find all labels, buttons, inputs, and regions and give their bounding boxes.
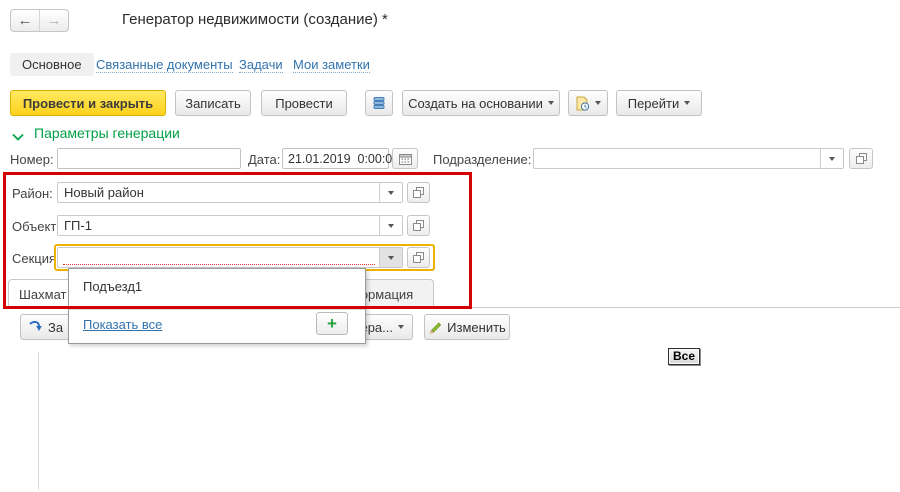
open-link-icon (856, 153, 867, 164)
back-button[interactable]: ← (11, 10, 39, 31)
history-nav-group: ← → (10, 9, 69, 32)
post-button[interactable]: Провести (261, 90, 347, 116)
chevron-down-icon (829, 157, 835, 161)
app-window: ← → Генератор недвижимости (создание) * … (0, 0, 900, 492)
create-based-on-label: Создать на основании (408, 96, 543, 111)
edit-button[interactable]: Изменить (424, 314, 510, 340)
open-link-icon (413, 187, 424, 198)
history-menu-button[interactable] (568, 90, 608, 116)
add-new-button[interactable]: + (316, 312, 348, 335)
save-button[interactable]: Записать (175, 90, 251, 116)
section-header-generation-params[interactable]: Параметры генерации (34, 125, 180, 141)
department-input[interactable] (540, 149, 814, 168)
open-link-icon (413, 252, 424, 263)
edit-label: Изменить (447, 320, 506, 335)
section-dropdown-popup: Подъезд1 Показать все + (68, 268, 366, 344)
chevron-down-icon (398, 325, 404, 329)
department-dropdown-button[interactable] (820, 149, 843, 168)
date-label: Дата: (248, 152, 280, 167)
building-field[interactable]: ГП-1 (57, 215, 403, 236)
department-label: Подразделение: (433, 152, 531, 167)
fill-arrow-icon (28, 320, 43, 334)
plus-icon: + (327, 315, 337, 332)
tab-my-notes[interactable]: Мои заметки (293, 57, 370, 73)
department-field[interactable] (533, 148, 844, 169)
district-open-button[interactable] (407, 182, 430, 203)
section-field[interactable] (57, 247, 403, 268)
district-label: Район: (12, 186, 53, 201)
date-field[interactable]: 21.01.2019 0:00:00 (282, 148, 389, 169)
create-based-on-button[interactable]: Создать на основании (402, 90, 560, 116)
back-arrow-icon: ← (18, 12, 33, 29)
building-value: ГП-1 (64, 218, 92, 233)
post-label: Провести (275, 96, 333, 111)
show-all-link[interactable]: Показать все (83, 317, 162, 332)
subordination-structure-button[interactable] (365, 90, 393, 116)
number-field[interactable] (57, 148, 241, 169)
district-field[interactable]: Новый район (57, 182, 403, 203)
required-field-marker (63, 264, 375, 265)
stack-icon (372, 96, 386, 110)
department-open-button[interactable] (849, 148, 873, 169)
page-title: Генератор недвижимости (создание) * (122, 11, 388, 28)
calendar-button[interactable] (392, 148, 418, 169)
go-to-label: Перейти (628, 96, 680, 111)
vse-badge: Все (668, 348, 700, 365)
fill-label: За (48, 320, 63, 335)
post-and-close-button[interactable]: Провести и закрыть (10, 90, 166, 116)
date-value: 21.01.2019 0:00:00 (288, 152, 399, 166)
chevron-down-icon (388, 256, 394, 260)
building-label: Объект: (12, 219, 60, 234)
vse-badge-label: Все (668, 348, 700, 365)
section-open-button[interactable] (407, 247, 430, 268)
section-field-label: Секция: (12, 251, 60, 266)
tab-main-label: Основное (22, 57, 82, 72)
number-input[interactable] (58, 149, 240, 168)
tab-related-documents[interactable]: Связанные документы (96, 57, 233, 73)
number-label: Номер: (10, 152, 54, 167)
chevron-down-icon (388, 191, 394, 195)
district-dropdown-button[interactable] (379, 183, 402, 202)
save-label: Записать (185, 96, 241, 111)
section-dropdown-button[interactable] (379, 248, 402, 267)
forward-arrow-icon: → (47, 12, 62, 29)
pencil-icon (428, 320, 442, 334)
building-open-button[interactable] (407, 215, 430, 236)
tab-additional-info-label: ормация (361, 287, 413, 302)
chevron-down-icon (548, 101, 554, 105)
popup-divider (69, 309, 365, 310)
post-and-close-label: Провести и закрыть (23, 96, 153, 111)
chevron-down-icon (595, 101, 601, 105)
chevron-down-icon (684, 101, 690, 105)
document-clock-icon (575, 96, 590, 111)
tab-chessboard-label: Шахмат (19, 287, 66, 302)
grid-left-border (38, 352, 39, 490)
district-value: Новый район (64, 185, 144, 200)
open-link-icon (413, 220, 424, 231)
tab-main[interactable]: Основное (10, 53, 94, 76)
go-to-button[interactable]: Перейти (616, 90, 702, 116)
forward-button[interactable]: → (40, 10, 68, 31)
tab-tasks[interactable]: Задачи (239, 57, 283, 73)
chevron-down-icon (388, 224, 394, 228)
dropdown-item-podezd1[interactable]: Подъезд1 (83, 279, 142, 294)
calendar-icon (399, 153, 412, 165)
collapse-chevron-icon[interactable] (12, 129, 24, 144)
building-dropdown-button[interactable] (379, 216, 402, 235)
